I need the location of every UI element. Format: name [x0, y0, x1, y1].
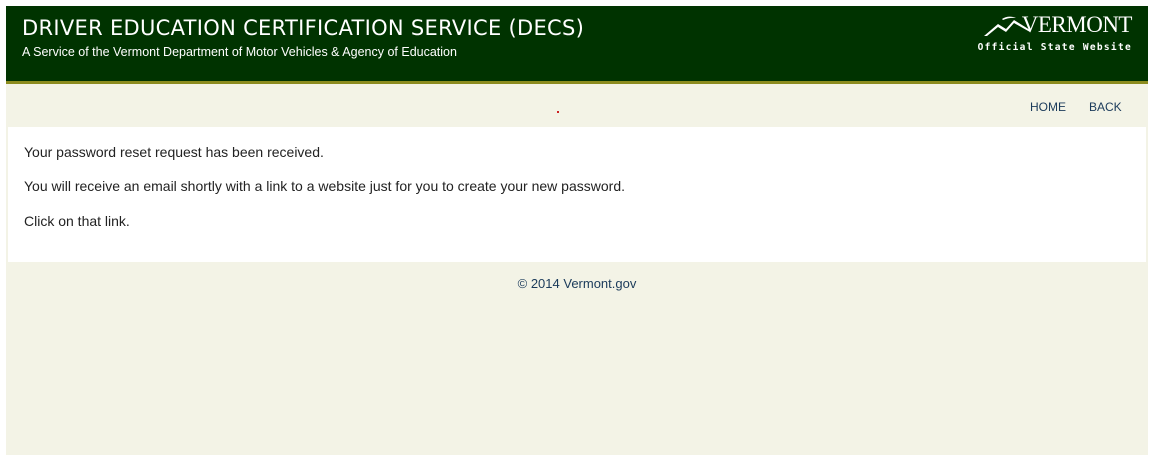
- site-banner: DRIVER EDUCATION CERTIFICATION SERVICE (…: [6, 6, 1148, 84]
- back-link[interactable]: BACK: [1089, 100, 1122, 114]
- nav-bar: HOME BACK: [6, 84, 1148, 125]
- decorative-dot: [557, 111, 559, 113]
- home-link[interactable]: HOME: [1030, 100, 1066, 114]
- message-panel: Your password reset request has been rec…: [8, 127, 1146, 262]
- email-instruction-message: You will receive an email shortly with a…: [24, 178, 625, 194]
- official-site-tagline: Official State Website: [977, 42, 1132, 53]
- confirmation-message: Your password reset request has been rec…: [24, 144, 324, 160]
- footer-copyright: © 2014 Vermont.gov: [517, 276, 637, 291]
- site-subtitle: A Service of the Vermont Department of M…: [22, 45, 457, 59]
- vermont-wordmark: VERMONT: [1021, 12, 1133, 37]
- vermont-logo[interactable]: VERMONT Official State Website: [972, 12, 1133, 58]
- page-frame: DRIVER EDUCATION CERTIFICATION SERVICE (…: [6, 6, 1148, 455]
- site-title: DRIVER EDUCATION CERTIFICATION SERVICE (…: [22, 16, 585, 40]
- click-link-message: Click on that link.: [24, 213, 130, 229]
